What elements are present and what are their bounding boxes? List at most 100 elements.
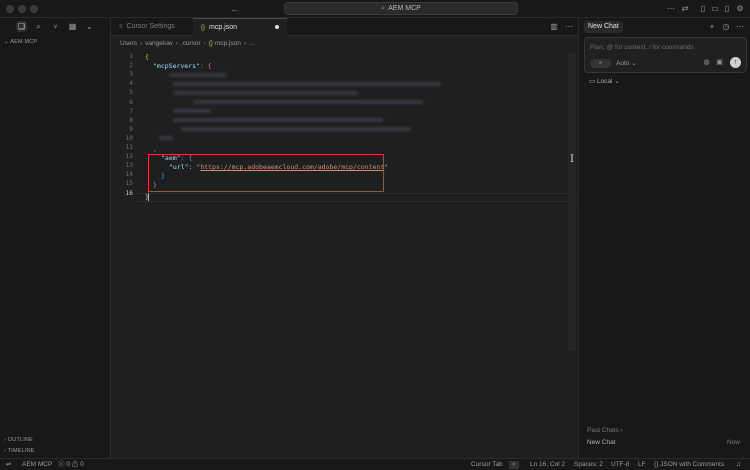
status-bar: ⇌ AEM MCP ⓧ 0 ⚠ 0 Cursor Tab ⌕ Ln 16, Co… xyxy=(0,458,750,470)
tab-new-chat[interactable]: New Chat xyxy=(584,21,623,33)
line-number: 7 xyxy=(129,107,133,115)
json-file-icon: {} xyxy=(208,41,213,47)
breadcrumb: Users › vangeluw › .cursor ›{} mcp.json ›... xyxy=(120,40,254,47)
chevron-right-icon: › xyxy=(175,40,178,47)
remote-indicator[interactable]: ⇌ xyxy=(6,461,11,469)
line-number: 8 xyxy=(129,116,133,124)
line-number: 9 xyxy=(129,125,133,133)
search-icon[interactable]: ⌕ xyxy=(33,21,44,32)
line-number: 1 xyxy=(129,53,133,60)
search-text: AEM MCP xyxy=(388,5,421,12)
editor-area: ≡ Cursor Settings {} mcp.json ▥ ⋯ Users › va… xyxy=(111,18,578,458)
chat-input[interactable] xyxy=(590,42,740,52)
redacted-code xyxy=(173,82,441,86)
source-control-icon[interactable]: ⑂ xyxy=(50,21,61,32)
timeline-section[interactable]: › TIMELINE xyxy=(4,448,35,454)
breadcrumb-item[interactable]: mcp.json xyxy=(215,40,241,47)
tab-cursor-settings[interactable]: ≡ Cursor Settings xyxy=(111,18,193,36)
line-number: 4 xyxy=(129,80,133,88)
toggle-secondary-sidebar-icon[interactable]: ▯ xyxy=(722,3,732,14)
text-cursor-icon: I xyxy=(570,154,574,165)
chevron-down-icon: ⌄ xyxy=(629,60,637,67)
model-select[interactable]: Auto ⌄ xyxy=(616,59,637,68)
split-editor-icon[interactable]: ▥ xyxy=(549,21,559,32)
extensions-icon[interactable]: ▦ xyxy=(67,21,78,32)
braces-icon: {} xyxy=(654,461,659,468)
gear-icon[interactable]: ⚙ xyxy=(735,3,745,14)
ellipsis-icon[interactable]: ⋯ xyxy=(564,21,574,32)
chevron-down-icon: ⌄ xyxy=(612,78,620,85)
past-chats-header[interactable]: Past Chats › xyxy=(587,427,623,434)
ellipsis-icon[interactable]: ⋯ xyxy=(735,21,745,32)
sync-icon[interactable]: ⇄ xyxy=(680,3,690,14)
toggle-panel-icon[interactable]: ▭ xyxy=(710,3,720,14)
cursor-position[interactable]: Ln 16, Col 2 xyxy=(530,461,565,469)
current-line-highlight xyxy=(137,193,578,202)
ellipsis-icon[interactable]: ⋯ xyxy=(666,3,676,14)
search-icon[interactable]: ⌕ xyxy=(509,461,519,469)
agent-mode-toggle[interactable]: ∞ xyxy=(590,59,611,68)
line-number: 6 xyxy=(129,98,133,106)
code-line-11[interactable]: , xyxy=(153,145,157,153)
editor-scrollbar[interactable] xyxy=(568,53,576,351)
indentation[interactable]: Spaces: 2 xyxy=(574,461,603,469)
outline-section[interactable]: › OUTLINE xyxy=(4,437,33,443)
past-chat-item[interactable]: New Chat xyxy=(587,439,616,446)
line-number: 3 xyxy=(129,71,133,79)
end-of-line[interactable]: LF xyxy=(638,461,646,469)
plus-icon[interactable]: + xyxy=(707,21,717,32)
code-line-1[interactable]: { xyxy=(145,53,149,61)
redacted-code xyxy=(173,118,383,122)
nav-forward-button[interactable] xyxy=(244,2,258,16)
chevron-right-icon: › xyxy=(243,40,247,47)
breadcrumb-item[interactable]: ... xyxy=(249,40,254,47)
breadcrumb-item[interactable]: vangeluw xyxy=(145,40,172,47)
chevron-right-icon: › xyxy=(139,40,143,47)
window-close-button[interactable] xyxy=(6,5,14,13)
redacted-code xyxy=(173,91,358,95)
toggle-sidebar-icon[interactable]: ▯ xyxy=(698,3,708,14)
line-number: 13 xyxy=(125,162,133,170)
window-minimize-button[interactable] xyxy=(18,5,26,13)
image-icon[interactable]: ▣ xyxy=(715,58,724,68)
chevron-right-icon: › xyxy=(203,40,206,47)
chat-composer: ∞ Auto ⌄ ◍ ▣ ↑ xyxy=(584,37,747,73)
breadcrumb-item[interactable]: Users xyxy=(120,40,137,47)
line-number: 14 xyxy=(125,171,133,179)
monitor-icon: ▭ xyxy=(589,78,597,85)
redacted-code xyxy=(193,100,423,104)
breadcrumb-item[interactable]: .cursor xyxy=(181,40,201,47)
error-icon: ⓧ xyxy=(58,461,65,468)
explorer-folder-title[interactable]: ⌄ AEM MCP xyxy=(4,39,37,45)
chevron-down-icon[interactable]: ⌄ xyxy=(84,21,95,32)
tab-mcp-json[interactable]: {} mcp.json xyxy=(193,18,287,36)
window-zoom-button[interactable] xyxy=(30,5,38,13)
command-center-search[interactable]: ⌕ AEM MCP xyxy=(284,2,518,15)
workspace-name[interactable]: AEM MCP xyxy=(22,461,52,469)
send-button[interactable]: ↑ xyxy=(730,57,741,68)
text-caret xyxy=(148,193,149,201)
line-number: 11 xyxy=(125,144,133,151)
line-number: 15 xyxy=(125,180,133,188)
files-icon[interactable]: ❏ xyxy=(16,21,27,32)
chevron-right-icon: › xyxy=(618,427,623,434)
unsaved-dot-icon[interactable] xyxy=(275,25,279,29)
remote-icon: ⇌ xyxy=(6,461,12,468)
problems-indicator[interactable]: ⓧ 0 ⚠ 0 xyxy=(58,461,84,469)
local-select[interactable]: ▭ Local ⌄ xyxy=(589,77,620,85)
redacted-code xyxy=(181,127,411,131)
encoding[interactable]: UTF-8 xyxy=(611,461,629,469)
search-icon: ⌕ xyxy=(381,5,386,12)
code-line-2[interactable]: "mcpServers": { xyxy=(153,62,212,70)
warning-icon: ⚠ xyxy=(71,461,79,468)
history-icon[interactable]: ◷ xyxy=(721,21,731,32)
nav-back-button[interactable]: ← xyxy=(228,2,242,16)
notifications-icon[interactable]: ♫ xyxy=(736,461,741,469)
cursor-tab-status[interactable]: Cursor Tab xyxy=(471,461,503,469)
line-number: 12 xyxy=(125,153,133,161)
redacted-code xyxy=(173,109,211,113)
language-mode[interactable]: {} JSON with Comments xyxy=(654,461,724,469)
title-bar: ← ⌕ AEM MCP ⋯ ⇄ ▯ ▭ ▯ ⚙ xyxy=(0,0,750,18)
globe-icon[interactable]: ◍ xyxy=(702,58,711,68)
redacted-code xyxy=(159,136,173,140)
